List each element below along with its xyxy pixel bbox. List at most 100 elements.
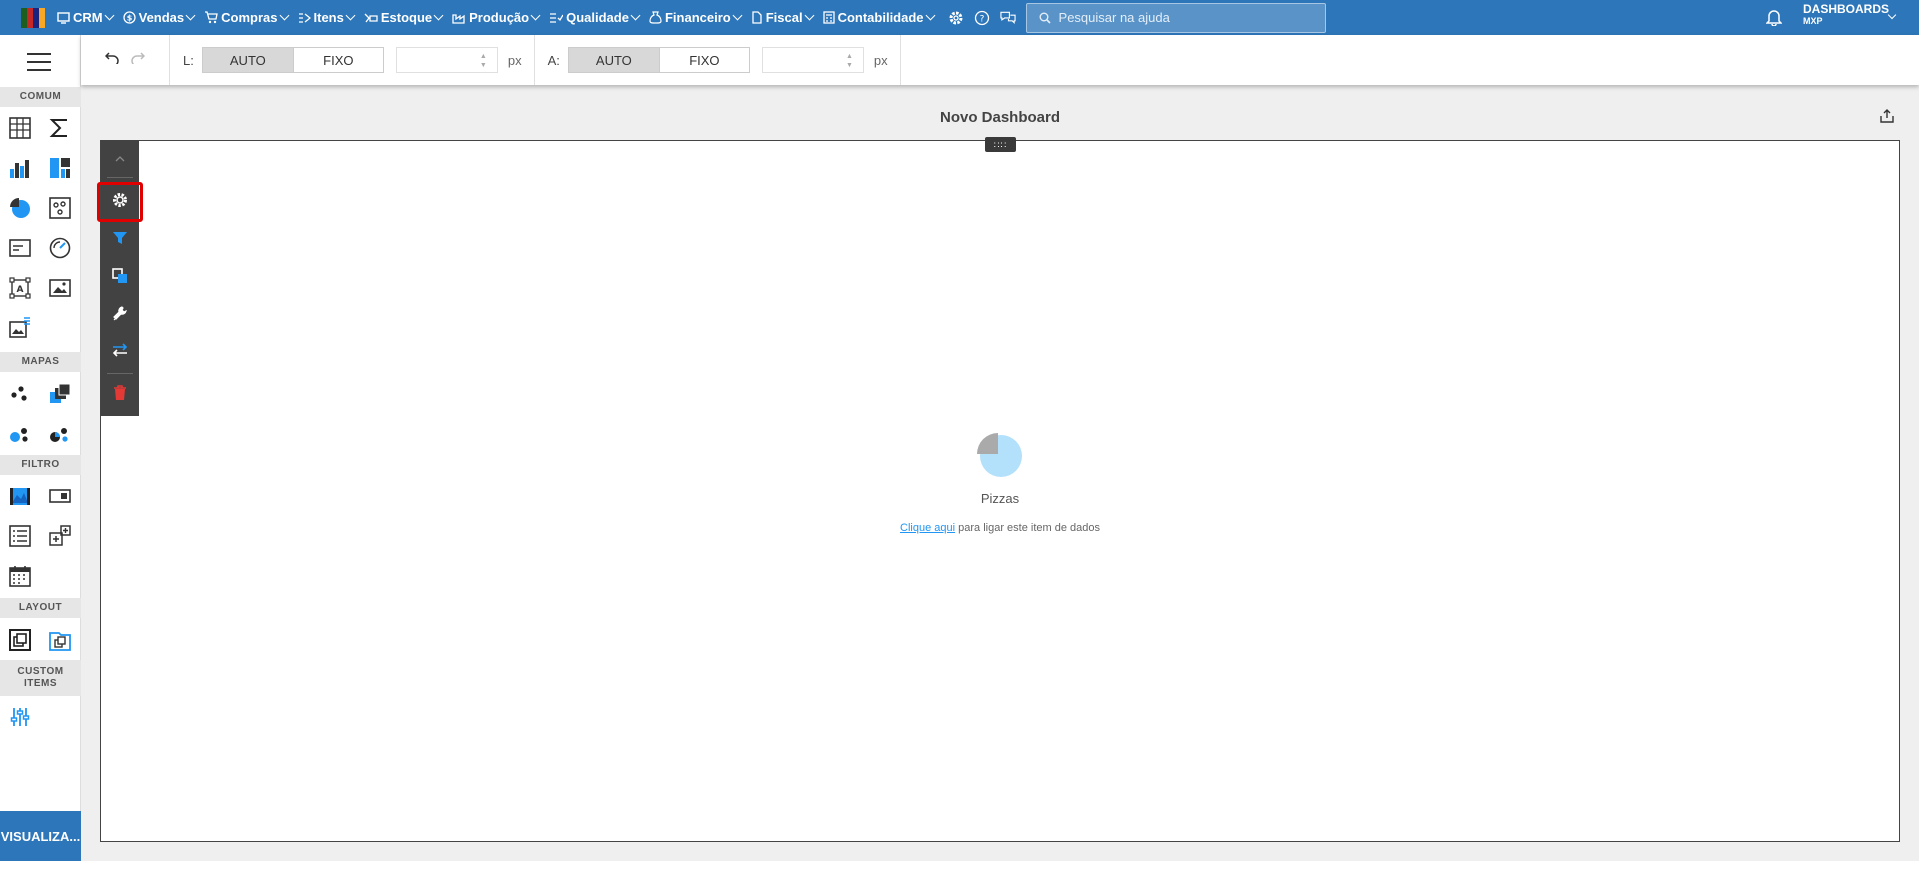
width-unit: px	[507, 52, 522, 68]
treemap-icon[interactable]	[48, 156, 72, 180]
height-fixo-button[interactable]: FIXO	[658, 48, 749, 72]
toolbar-divider	[107, 373, 133, 374]
group-icon[interactable]	[8, 628, 32, 652]
chevron-down-icon	[345, 10, 356, 21]
redo-button[interactable]	[125, 47, 151, 73]
bind-data-hint: Clique aqui para ligar este item de dado…	[900, 520, 1100, 537]
undo-button[interactable]	[99, 47, 125, 73]
nav-financeiro-label: Financeiro	[664, 10, 731, 25]
spinner-icon[interactable]: ▲ ▼	[480, 52, 487, 70]
svg-text:A: A	[17, 285, 24, 295]
card-sum-icon[interactable]	[48, 116, 72, 140]
pie-chart-icon[interactable]	[8, 196, 32, 220]
nav-qualidade[interactable]: Qualidade	[549, 10, 641, 25]
user-menu[interactable]: DASHBOARDS MXP	[1803, 2, 1897, 27]
help-icon[interactable]: ?	[974, 10, 990, 26]
bubble-map-icon[interactable]	[8, 422, 32, 446]
nav-contabilidade[interactable]: Contabilidade	[822, 10, 935, 25]
height-mode-toggle: AUTO FIXO	[567, 47, 750, 73]
truck-icon	[364, 12, 378, 24]
section-comum: COMUM	[0, 87, 81, 107]
scatter-card-icon[interactable]	[48, 196, 72, 220]
calculator-icon	[822, 11, 835, 24]
undo-icon	[104, 51, 119, 69]
spinner-icon[interactable]: ▲ ▼	[846, 52, 853, 70]
nav-itens-label: Itens	[313, 10, 344, 25]
gauge-icon[interactable]	[48, 236, 72, 260]
combo-box-icon[interactable]	[48, 484, 72, 508]
bind-data-link[interactable]: Clique aqui	[900, 522, 955, 534]
collapse-up-button[interactable]	[101, 142, 139, 174]
nav-qualidade-label: Qualidade	[566, 10, 629, 25]
factory-icon	[452, 12, 466, 24]
nav-vendas[interactable]: $ Vendas	[122, 10, 196, 25]
bar-chart-icon[interactable]	[8, 156, 32, 180]
app-logo[interactable]	[21, 7, 45, 28]
width-auto-button[interactable]: AUTO	[202, 48, 293, 72]
height-auto-button[interactable]: AUTO	[568, 48, 659, 72]
size-toolbar: L: AUTO FIXO ▲ ▼ px A: AUTO FIXO ▲ ▼ px	[81, 35, 1919, 85]
section-custom-items: CUSTOM ITEMS	[0, 660, 81, 696]
point-map-icon[interactable]	[8, 382, 32, 406]
bind-data-hint-text: para ligar este item de dados	[955, 522, 1100, 534]
search-placeholder: Pesquisar na ajuda	[1058, 10, 1170, 25]
dashboard-title[interactable]: Novo Dashboard	[900, 109, 1100, 126]
item-name: Pizzas	[980, 491, 1020, 506]
bound-image-icon[interactable]	[8, 316, 32, 340]
drag-handle-icon[interactable]: ∷∷	[985, 137, 1016, 152]
nav-producao[interactable]: Produção	[452, 10, 541, 25]
settings-gear-icon[interactable]	[948, 10, 964, 26]
user-title: DASHBOARDS	[1803, 2, 1890, 16]
items-icon	[298, 12, 311, 24]
custom-item-sliders-icon[interactable]	[8, 705, 32, 729]
chevron-down-icon	[925, 10, 935, 21]
height-input[interactable]: ▲ ▼	[761, 47, 864, 73]
chevron-down-icon	[279, 10, 289, 21]
item-interactivity-button[interactable]	[101, 262, 139, 294]
nav-crm[interactable]: CRM	[57, 10, 115, 25]
section-filtro: FILTRO	[0, 455, 81, 475]
item-options-button[interactable]	[101, 300, 139, 332]
visualizar-button[interactable]: VISUALIZA...	[0, 811, 81, 861]
tree-view-icon[interactable]	[48, 524, 72, 548]
list-box-icon[interactable]	[8, 524, 32, 548]
item-filter-button[interactable]	[101, 224, 139, 256]
text-frame-icon[interactable]: A	[8, 276, 32, 300]
svg-text:$: $	[126, 14, 132, 23]
nav-itens[interactable]: Itens	[298, 10, 356, 25]
choropleth-map-icon[interactable]	[48, 382, 72, 406]
nav-compras[interactable]: Compras	[204, 10, 289, 25]
grid-item-icon[interactable]	[8, 116, 32, 140]
text-box-icon[interactable]	[8, 236, 32, 260]
cart-icon	[204, 11, 218, 24]
nav-financeiro[interactable]: Financeiro	[649, 10, 743, 25]
toolbar-divider	[533, 35, 535, 85]
item-convert-button[interactable]	[101, 336, 139, 368]
chevron-down-icon	[104, 10, 115, 21]
empty-item-placeholder: Pizzas Clique aqui para ligar este item …	[900, 432, 1100, 537]
item-delete-button[interactable]	[101, 379, 139, 411]
user-sub: MXP	[1803, 16, 1823, 26]
nav-fiscal[interactable]: Fiscal	[751, 10, 815, 25]
trash-icon	[113, 384, 127, 406]
width-fixo-button[interactable]: FIXO	[292, 48, 383, 72]
date-filter-icon[interactable]	[8, 564, 32, 588]
nav-fiscal-label: Fiscal	[765, 10, 803, 25]
hamburger-menu-icon[interactable]	[27, 53, 51, 71]
convert-arrows-icon	[112, 342, 128, 362]
wrench-icon	[112, 305, 128, 327]
nav-estoque[interactable]: Estoque	[364, 10, 444, 25]
help-search-input[interactable]: Pesquisar na ajuda	[1025, 2, 1326, 33]
notification-bell-icon[interactable]	[1765, 8, 1783, 31]
export-icon[interactable]	[1880, 109, 1894, 128]
chat-icon[interactable]	[999, 10, 1016, 26]
pie-map-icon[interactable]	[48, 422, 72, 446]
chevron-down-icon	[630, 10, 641, 21]
tab-container-icon[interactable]	[48, 628, 72, 652]
height-label: A:	[547, 52, 560, 68]
toolbar-divider	[169, 35, 170, 85]
image-icon[interactable]	[48, 276, 72, 300]
chevron-up-icon	[115, 149, 125, 167]
range-filter-icon[interactable]	[8, 484, 32, 508]
width-input[interactable]: ▲ ▼	[395, 47, 498, 73]
